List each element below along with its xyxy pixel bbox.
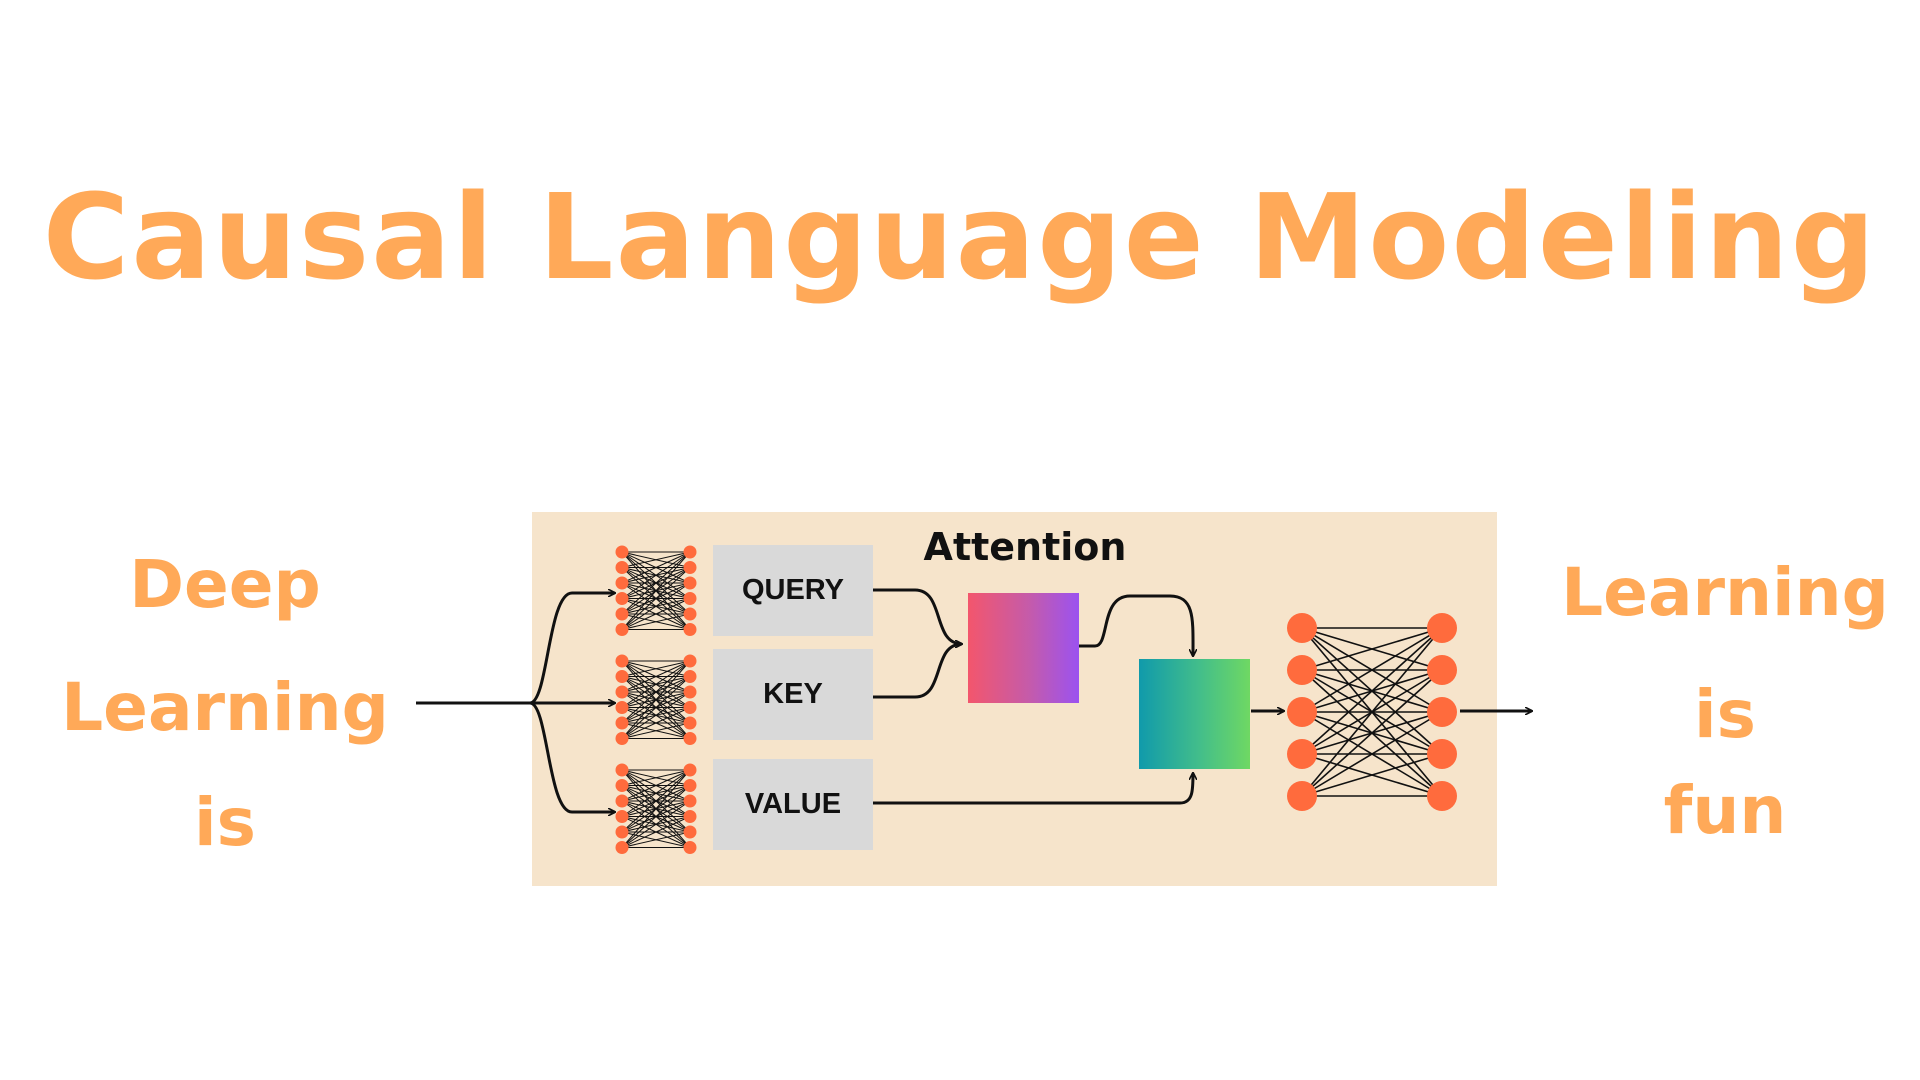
value-to-mix-arrow	[873, 773, 1193, 805]
output-neuron	[683, 670, 697, 683]
output-neuron	[683, 592, 697, 605]
input-neuron	[1287, 739, 1317, 769]
output-neuron	[683, 841, 697, 854]
input-neuron	[1287, 655, 1317, 685]
input-neuron	[615, 810, 629, 823]
input-neuron	[615, 670, 629, 683]
key-network-icon	[615, 654, 697, 745]
output-neuron	[683, 685, 697, 699]
input-neuron	[615, 592, 629, 605]
input-neuron	[615, 623, 629, 636]
output-neuron	[683, 576, 697, 590]
output-neuron	[1427, 655, 1457, 685]
input-neuron	[615, 654, 629, 668]
input-neuron	[615, 732, 629, 745]
input-to-value-arrow	[529, 701, 615, 812]
input-neuron	[1287, 697, 1317, 727]
output-neuron	[683, 763, 697, 777]
output-neuron	[683, 825, 697, 839]
output-neuron	[683, 716, 697, 730]
output-neuron	[1427, 613, 1457, 643]
feedforward-network-icon	[1287, 613, 1457, 811]
output-neuron	[683, 561, 697, 574]
query-to-attention-arrow	[873, 588, 962, 644]
attention-to-mix-arrow	[1079, 594, 1193, 656]
output-neuron	[683, 794, 697, 808]
output-neuron	[683, 607, 697, 621]
query-network-icon	[615, 545, 697, 636]
value-network-icon	[615, 763, 697, 854]
input-neuron	[615, 685, 629, 699]
output-neuron	[683, 654, 697, 668]
output-neuron	[1427, 781, 1457, 811]
output-neuron	[683, 623, 697, 636]
output-neuron	[683, 732, 697, 745]
output-neuron	[1427, 739, 1457, 769]
input-neuron	[1287, 781, 1317, 811]
slide: Causal Language Modeling Deep Learning i…	[0, 0, 1920, 1080]
output-neuron	[683, 810, 697, 823]
output-neuron	[683, 545, 697, 559]
input-neuron	[615, 576, 629, 590]
output-neuron	[683, 779, 697, 792]
input-neuron	[615, 794, 629, 808]
input-neuron	[615, 779, 629, 792]
input-neuron	[1287, 613, 1317, 643]
output-neuron	[1427, 697, 1457, 727]
input-neuron	[615, 545, 629, 559]
input-neuron	[615, 763, 629, 777]
input-to-query-arrow	[529, 593, 615, 705]
flow-diagram	[416, 545, 1920, 854]
output-neuron	[683, 701, 697, 714]
input-neuron	[615, 716, 629, 730]
input-neuron	[615, 561, 629, 574]
key-to-attention-arrow	[873, 642, 963, 699]
input-neuron	[615, 701, 629, 714]
input-neuron	[615, 825, 629, 839]
input-neuron	[615, 607, 629, 621]
input-neuron	[615, 841, 629, 854]
